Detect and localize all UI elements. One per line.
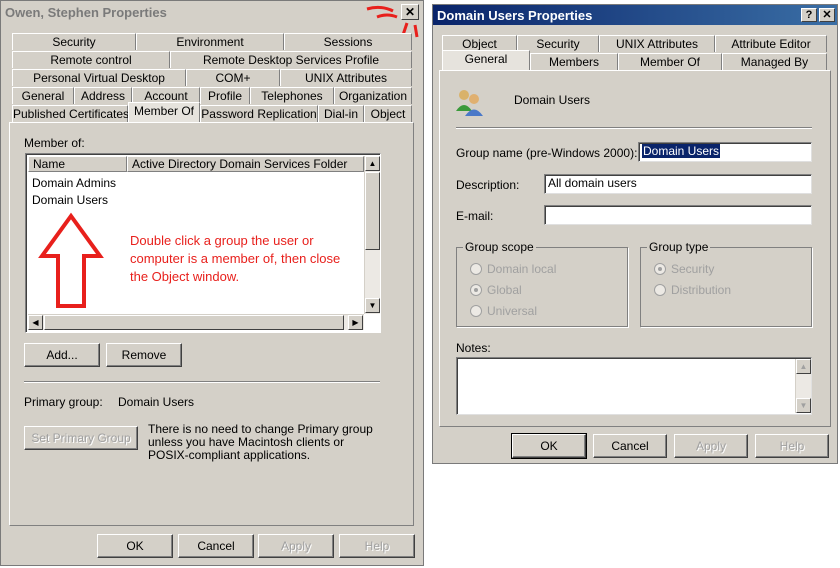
group-scope-box: Group scope Domain local Global Universa… [456,240,628,327]
horizontal-scrollbar[interactable]: ◀ ▶ [28,314,364,330]
group-display-name: Domain Users [514,93,591,107]
scroll-down-icon[interactable]: ▼ [365,298,380,313]
member-of-list[interactable]: Name Active Directory Domain Services Fo… [25,153,381,333]
group-properties-window: Domain Users Properties ? ✕ Object Secur… [432,4,838,464]
list-header: Name Active Directory Domain Services Fo… [28,156,364,172]
window-title: Owen, Stephen Properties [1,1,423,23]
group-name-label: Group name (pre-Windows 2000): [456,146,638,160]
tab-sessions[interactable]: Sessions [284,33,412,50]
ok-button[interactable]: OK [97,534,173,558]
help-button[interactable]: Help [339,534,415,558]
group-name-field[interactable]: Domain Users [638,142,812,162]
tab-unix-attributes[interactable]: UNIX Attributes [280,69,412,86]
tab-attribute-editor[interactable]: Attribute Editor [715,35,827,52]
column-header-folder[interactable]: Active Directory Domain Services Folder [127,156,364,172]
primary-group-value: Domain Users [118,395,195,409]
type-distribution-radio[interactable] [654,284,666,296]
tab-object[interactable]: Object [364,105,412,122]
ok-button[interactable]: OK [511,433,587,459]
scroll-right-icon[interactable]: ▶ [348,315,363,330]
type-security-label: Security [671,262,715,276]
type-distribution-label: Distribution [671,283,732,297]
scope-global-label: Global [487,283,522,297]
description-field[interactable]: All domain users [544,174,812,194]
group-type-box: Group type Security Distribution [640,240,812,327]
scope-universal-label: Universal [487,304,538,318]
scroll-left-icon[interactable]: ◀ [28,315,43,330]
tab-rds-profile[interactable]: Remote Desktop Services Profile [170,51,412,68]
primary-group-note: There is no need to change Primary group… [148,422,373,462]
divider [456,127,812,129]
tab-dial-in[interactable]: Dial-in [318,105,364,122]
apply-button[interactable]: Apply [258,534,334,558]
group-name-value: Domain Users [642,144,721,158]
description-label: Description: [456,178,520,192]
tab-telephones[interactable]: Telephones [250,87,334,104]
vertical-scrollbar[interactable]: ▲ ▼ [364,156,380,314]
scroll-down-icon[interactable]: ▼ [796,398,811,413]
help-icon: ? [805,9,813,21]
tab-remote-control[interactable]: Remote control [12,51,170,68]
tab-member-of[interactable]: Member Of [618,53,722,70]
type-security-radio[interactable] [654,263,666,275]
notes-scrollbar[interactable]: ▲ ▼ [795,359,811,413]
group-icon [456,90,483,116]
tab-password-replication[interactable]: Password Replication [200,105,318,122]
cancel-button[interactable]: Cancel [178,534,254,558]
tab-members[interactable]: Members [530,53,618,70]
scroll-up-icon[interactable]: ▲ [796,359,811,374]
divider [24,381,380,383]
tab-address[interactable]: Address [74,87,132,104]
annotation-text: Double click a group the user or compute… [130,233,341,284]
tab-security[interactable]: Security [12,33,136,50]
help-title-button[interactable]: ? [801,8,817,22]
set-primary-group-button[interactable]: Set Primary Group [24,426,138,450]
close-icon: ✕ [822,9,832,21]
hscroll-thumb[interactable] [44,315,344,330]
tab-managed-by[interactable]: Managed By [722,53,827,70]
scope-global-radio[interactable] [470,284,482,296]
cancel-button[interactable]: Cancel [593,434,667,458]
email-label: E-mail: [456,209,494,223]
member-of-panel: Member of: Name Active Directory Domain … [9,122,414,526]
close-button[interactable]: ✕ [819,8,835,22]
tab-com[interactable]: COM+ [186,69,280,86]
help-button[interactable]: Help [755,434,829,458]
window-title: Domain Users Properties [433,5,837,25]
group-type-title: Group type [647,240,711,254]
group-scope-title: Group scope [463,240,536,254]
notes-field[interactable]: ▲ ▼ [456,357,812,415]
apply-button[interactable]: Apply [674,434,748,458]
list-item[interactable]: Domain Admins [32,176,362,191]
tab-general[interactable]: General [12,87,74,104]
scope-universal-radio[interactable] [470,305,482,317]
tab-member-of[interactable]: Member Of [128,102,200,122]
add-button[interactable]: Add... [24,343,100,367]
remove-button[interactable]: Remove [106,343,182,367]
tab-profile[interactable]: Profile [200,87,250,104]
email-field[interactable] [544,205,812,225]
tab-unix-attributes[interactable]: UNIX Attributes [599,35,715,52]
scope-domain-local-label: Domain local [487,262,557,276]
up-arrow-icon [38,212,104,308]
user-properties-window: Owen, Stephen Properties ✕ Security Envi… [0,0,424,566]
scroll-thumb[interactable] [365,172,380,250]
tab-environment[interactable]: Environment [136,33,284,50]
general-panel: Domain Users Group name (pre-Windows 200… [439,70,831,427]
scope-domain-local-radio[interactable] [470,263,482,275]
list-item[interactable]: Domain Users [32,193,362,208]
tab-organization[interactable]: Organization [334,87,412,104]
primary-group-label: Primary group: [24,395,103,409]
tab-published-certificates[interactable]: Published Certificates [12,105,129,122]
column-header-name[interactable]: Name [28,156,127,172]
tab-personal-virtual-desktop[interactable]: Personal Virtual Desktop [12,69,186,86]
tab-general[interactable]: General [442,50,530,70]
scroll-up-icon[interactable]: ▲ [365,156,380,171]
notes-label: Notes: [456,341,491,355]
member-of-label: Member of: [24,136,85,150]
